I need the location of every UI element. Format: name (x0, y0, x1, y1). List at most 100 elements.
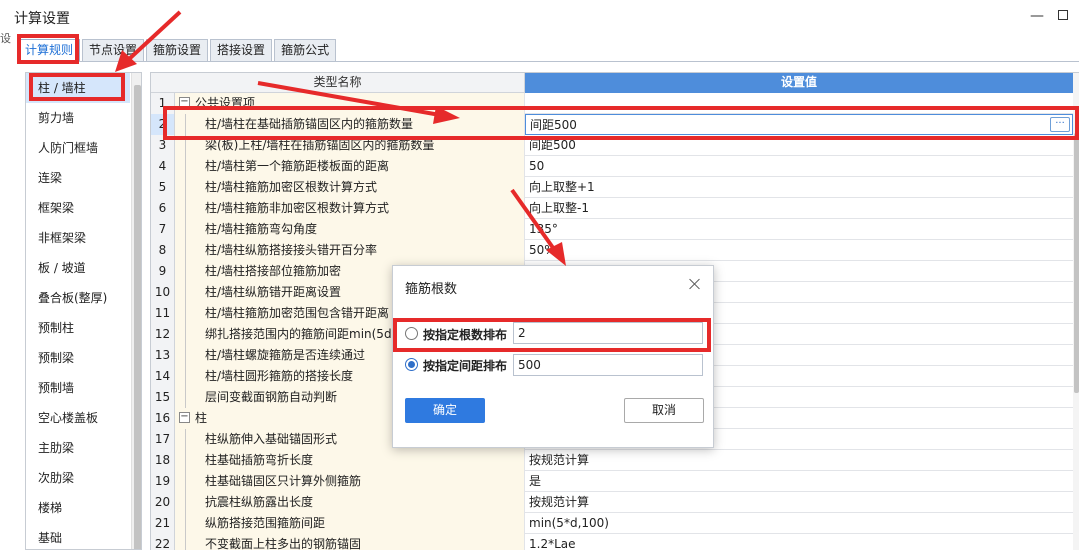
table-row[interactable]: 5 柱/墙柱箍筋加密区根数计算方式 向上取整+1 (151, 177, 1073, 198)
row-value[interactable]: min(5*d,100) (525, 513, 1073, 534)
category-item-precast-beam[interactable]: 预制梁 (26, 343, 130, 373)
row-value[interactable]: 1.2*Lae (525, 534, 1073, 550)
category-item-slab-ramp[interactable]: 板 / 坡道 (26, 253, 130, 283)
collapse-toggle-icon[interactable]: − (179, 97, 190, 108)
row-number: 4 (151, 156, 175, 177)
dialog-title: 箍筋根数 (405, 282, 458, 297)
category-item-civil-defense-frame-wall[interactable]: 人防门框墙 (26, 133, 130, 163)
row-name: 柱/墙柱箍筋加密区根数计算方式 (175, 177, 525, 198)
category-scroll-thumb[interactable] (134, 85, 141, 549)
row-name-text: 柱/墙柱圆形箍筋的搭接长度 (205, 369, 354, 383)
radio-by-count[interactable] (405, 327, 418, 340)
row-name-text: 柱/墙柱箍筋非加密区根数计算方式 (205, 201, 390, 215)
table-row[interactable]: 3 梁(板)上柱/墙柱在插筋锚固区内的箍筋数量 间距500 (151, 135, 1073, 156)
table-row[interactable]: 21 纵筋搭接范围箍筋间距 min(5*d,100) (151, 513, 1073, 534)
row-number: 9 (151, 261, 175, 282)
row-name-text: 公共设置项 (195, 96, 256, 110)
category-item-composite-slab[interactable]: 叠合板(整厚) (26, 283, 130, 313)
category-item-precast-wall[interactable]: 预制墙 (26, 373, 130, 403)
category-item-frame-beam[interactable]: 框架梁 (26, 193, 130, 223)
row-name: 梁(板)上柱/墙柱在插筋锚固区内的箍筋数量 (175, 135, 525, 156)
radio-by-spacing[interactable] (405, 358, 418, 371)
row-number: 13 (151, 345, 175, 366)
table-row[interactable]: 7 柱/墙柱箍筋弯勾角度 135° (151, 219, 1073, 240)
row-value[interactable]: 50 (525, 156, 1073, 177)
row-value[interactable]: 按规范计算 (525, 492, 1073, 513)
row-number: 10 (151, 282, 175, 303)
category-item-hollow-floor-slab[interactable]: 空心楼盖板 (26, 403, 130, 433)
row-name-text: 层间变截面钢筋自动判断 (205, 390, 338, 404)
category-item-column[interactable]: 柱 / 墙柱 (26, 73, 130, 103)
category-item-secondary-rib-beam[interactable]: 次肋梁 (26, 463, 130, 493)
row-value[interactable]: 按规范计算 (525, 450, 1073, 471)
tab-lap-settings[interactable]: 搭接设置 (210, 39, 273, 61)
grid-scrollbar[interactable] (1073, 73, 1079, 550)
category-item-foundation[interactable]: 基础 (26, 523, 130, 549)
row-name-text: 柱/墙柱第一个箍筋距楼板面的距离 (205, 159, 390, 173)
row-name: − 公共设置项 (175, 93, 525, 114)
tab-stirrup-settings[interactable]: 箍筋设置 (146, 39, 209, 61)
tab-calc-rules[interactable]: 计算规则 (18, 39, 81, 61)
table-row[interactable]: 6 柱/墙柱箍筋非加密区根数计算方式 向上取整-1 (151, 198, 1073, 219)
cancel-button[interactable]: 取消 (624, 398, 704, 423)
radio-by-count-label: 按指定根数排布 (423, 328, 508, 342)
row-number: 3 (151, 135, 175, 156)
category-item-shear-wall[interactable]: 剪力墙 (26, 103, 130, 133)
row-value-editor[interactable]: 间距500 ··· (525, 114, 1073, 135)
row-value[interactable]: 50% (525, 240, 1073, 261)
table-row[interactable]: 8 柱/墙柱纵筋搭接接头错开百分率 50% (151, 240, 1073, 261)
row-name: 柱基础插筋弯折长度 (175, 450, 525, 471)
row-number: 2 (151, 114, 175, 135)
table-row-selected[interactable]: 2 柱/墙柱在基础插筋锚固区内的箍筋数量 间距500 ··· (151, 114, 1073, 135)
row-name: 不变截面上柱多出的钢筋锚固 (175, 534, 525, 550)
row-value[interactable] (525, 93, 1073, 114)
row-value[interactable]: 向上取整+1 (525, 177, 1073, 198)
window-title: 计算设置 (14, 11, 70, 27)
ellipsis-icon[interactable]: ··· (1050, 117, 1070, 132)
category-item-coupling-beam[interactable]: 连梁 (26, 163, 130, 193)
count-input[interactable]: 2 (513, 322, 703, 344)
table-row[interactable]: 18 柱基础插筋弯折长度 按规范计算 (151, 450, 1073, 471)
tab-node-settings[interactable]: 节点设置 (82, 39, 145, 61)
table-row[interactable]: 19 柱基础锚固区只计算外侧箍筋 是 (151, 471, 1073, 492)
category-item-non-frame-beam[interactable]: 非框架梁 (26, 223, 130, 253)
row-name: 柱基础锚固区只计算外侧箍筋 (175, 471, 525, 492)
row-number: 19 (151, 471, 175, 492)
row-name-text: 不变截面上柱多出的钢筋锚固 (205, 537, 362, 550)
row-number: 21 (151, 513, 175, 534)
row-name-text: 柱/墙柱箍筋弯勾角度 (205, 222, 318, 236)
category-item-main-rib-beam[interactable]: 主肋梁 (26, 433, 130, 463)
row-value[interactable]: 向上取整-1 (525, 198, 1073, 219)
spacing-input[interactable]: 500 (513, 354, 703, 376)
row-name-text: 柱 (195, 411, 208, 425)
row-name-text: 柱/墙柱纵筋错开距离设置 (205, 285, 342, 299)
ok-button[interactable]: 确定 (405, 398, 485, 423)
table-row[interactable]: 4 柱/墙柱第一个箍筋距楼板面的距离 50 (151, 156, 1073, 177)
row-number: 11 (151, 303, 175, 324)
column-header-value: 设置值 (525, 73, 1073, 93)
row-name: 柱/墙柱箍筋非加密区根数计算方式 (175, 198, 525, 219)
row-value[interactable]: 间距500 (525, 135, 1073, 156)
row-value[interactable]: 135° (525, 219, 1073, 240)
row-number: 22 (151, 534, 175, 550)
column-header-name: 类型名称 (151, 73, 525, 93)
row-value[interactable]: 是 (525, 471, 1073, 492)
row-name-text: 柱/墙柱纵筋搭接接头错开百分率 (205, 243, 378, 257)
table-row[interactable]: 22 不变截面上柱多出的钢筋锚固 1.2*Lae (151, 534, 1073, 550)
category-scrollbar[interactable] (131, 73, 141, 549)
category-item-stairs[interactable]: 楼梯 (26, 493, 130, 523)
minimize-icon[interactable]: — (1028, 7, 1046, 25)
maximize-icon[interactable] (1054, 7, 1072, 25)
row-name-text: 绑扎搭接范围内的箍筋间距min(5d,100) (205, 327, 423, 341)
row-name-text: 纵筋搭接范围箍筋间距 (205, 516, 326, 530)
table-row[interactable]: 20 抗震柱纵筋露出长度 按规范计算 (151, 492, 1073, 513)
row-name-text: 柱/墙柱螺旋箍筋是否连续通过 (205, 348, 366, 362)
grid-scroll-thumb[interactable] (1074, 133, 1079, 393)
row-number: 7 (151, 219, 175, 240)
table-row[interactable]: 1 − 公共设置项 (151, 93, 1073, 114)
category-list: 柱 / 墙柱 剪力墙 人防门框墙 连梁 框架梁 非框架梁 板 / 坡道 叠合板(… (25, 72, 142, 550)
close-icon[interactable] (687, 276, 703, 292)
category-item-precast-column[interactable]: 预制柱 (26, 313, 130, 343)
collapse-toggle-icon[interactable]: − (179, 412, 190, 423)
tab-stirrup-formula[interactable]: 箍筋公式 (274, 39, 337, 61)
